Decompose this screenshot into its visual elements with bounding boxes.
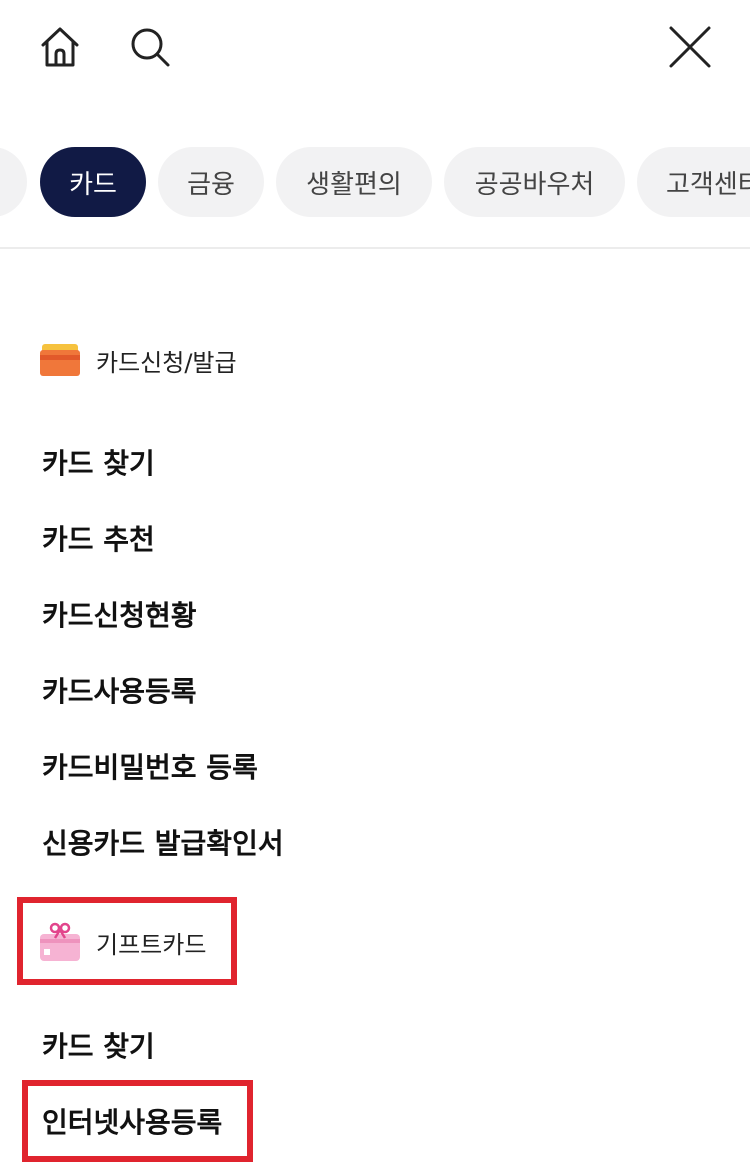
highlight-box-internet-registration: [22, 1080, 253, 1162]
tab-label: 고객센터: [666, 169, 750, 200]
tab-previous[interactable]: [0, 147, 27, 217]
menu-item-credit-card-certificate[interactable]: 신용카드 발급확인서: [42, 824, 284, 864]
menu-item-recommend-card[interactable]: 카드 추천: [42, 520, 155, 560]
card-icon: [40, 344, 80, 376]
tab-label: 카드: [69, 169, 117, 200]
search-icon: [131, 28, 170, 67]
highlight-box-gift-card: [17, 897, 237, 985]
divider: [0, 247, 750, 249]
tab-label: 공공바우처: [474, 169, 595, 200]
menu-item-find-gift-card[interactable]: 카드 찾기: [42, 1027, 155, 1067]
tab-public-voucher[interactable]: 공공바우처: [444, 147, 625, 217]
tab-card[interactable]: 카드: [40, 147, 146, 217]
tab-label: 금융: [187, 169, 235, 200]
menu-item-card-pin-registration[interactable]: 카드비밀번호 등록: [42, 748, 258, 788]
tab-label: 생활편의: [306, 169, 402, 200]
section-card-application: 카드신청/발급: [40, 340, 237, 380]
home-icon: [41, 27, 79, 67]
home-button[interactable]: [35, 22, 85, 72]
search-button[interactable]: [125, 22, 175, 72]
category-tabs: 카드 금융 생활편의 공공바우처 고객센터: [0, 147, 750, 217]
menu-item-find-card[interactable]: 카드 찾기: [42, 444, 155, 484]
menu-item-card-registration[interactable]: 카드사용등록: [42, 672, 197, 712]
section-title: 카드신청/발급: [96, 348, 237, 377]
tab-finance[interactable]: 금융: [158, 147, 264, 217]
menu-item-application-status[interactable]: 카드신청현황: [42, 596, 197, 636]
tab-customer-center[interactable]: 고객센터: [637, 147, 750, 217]
tab-life-convenience[interactable]: 생활편의: [276, 147, 432, 217]
close-button[interactable]: [665, 22, 715, 72]
close-icon: [669, 26, 711, 68]
